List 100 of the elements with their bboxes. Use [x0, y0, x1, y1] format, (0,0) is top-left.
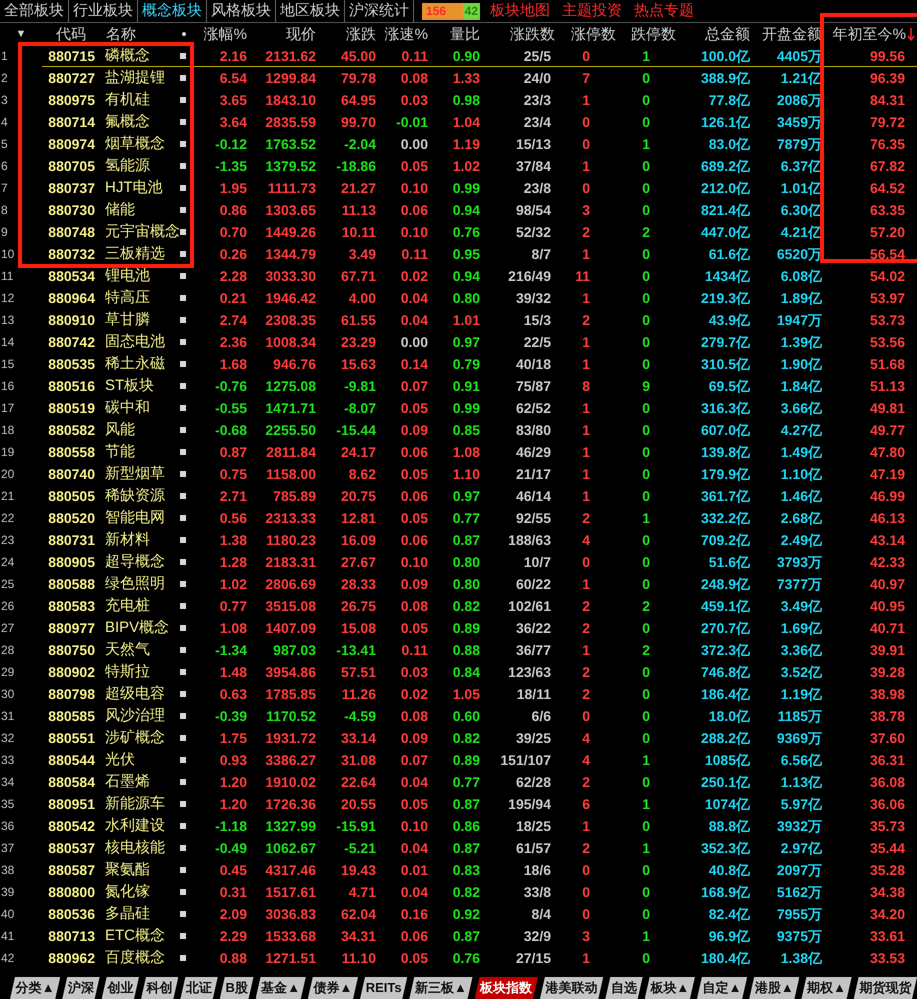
feature-link[interactable]: 板块地图: [490, 0, 550, 22]
advance-decline: 123/63: [507, 663, 552, 682]
column-header[interactable]: 现价: [247, 24, 316, 44]
square-marker-icon: [180, 713, 186, 719]
volume-ratio: 0.84: [452, 663, 480, 682]
category-tab[interactable]: 地区板块: [276, 0, 345, 22]
limit-down-count: 0: [641, 553, 651, 572]
volume-ratio: 0.92: [452, 905, 480, 924]
market-tab[interactable]: 自定▲: [696, 977, 748, 999]
advance-decline: 40/18: [514, 355, 552, 374]
volume-ratio: 1.33: [452, 69, 480, 88]
market-tab[interactable]: 创业: [102, 977, 139, 999]
stock-code: 880713: [47, 927, 96, 946]
category-tab[interactable]: 概念板块: [138, 0, 207, 22]
column-menu-button[interactable]: ▼: [0, 28, 42, 40]
market-tab[interactable]: 债券▲: [308, 977, 358, 999]
speed-percent: 0.00: [400, 333, 428, 352]
market-tab[interactable]: 板块指数: [474, 977, 538, 999]
price: 987.03: [272, 641, 316, 660]
turnover: 18.0亿: [708, 707, 750, 726]
change-percent: -0.76: [214, 377, 247, 396]
column-header[interactable]: 涨跌: [316, 24, 376, 44]
sector-name: ST板块: [104, 376, 156, 396]
market-tab[interactable]: REITs: [360, 977, 408, 999]
ytd-percent: 57.20: [868, 223, 906, 242]
limit-up-count: 1: [581, 487, 591, 506]
column-header[interactable]: 年初至今%: [832, 24, 906, 44]
limit-down-count: 1: [641, 751, 651, 770]
turnover: 1074亿: [704, 795, 750, 814]
market-tab[interactable]: 港美联动: [540, 977, 604, 999]
market-tab[interactable]: 期货现货: [854, 977, 917, 999]
limit-up-count: 1: [581, 399, 591, 418]
open-amount: 7955万: [776, 905, 822, 924]
advance-decline: 60/22: [514, 575, 552, 594]
square-marker-icon: [180, 515, 186, 521]
column-header[interactable]: 涨速%: [376, 24, 428, 44]
column-header[interactable]: 代码: [42, 24, 100, 44]
square-marker-icon: [180, 97, 186, 103]
volume-ratio: 0.90: [452, 47, 480, 66]
market-tab[interactable]: 新三板▲: [409, 977, 473, 999]
ytd-percent: 35.28: [868, 861, 906, 880]
sector-name: 超级电容: [104, 684, 166, 704]
limit-up-count: 0: [581, 179, 591, 198]
limit-down-count: 0: [641, 773, 651, 792]
change-percent: 6.54: [218, 69, 247, 88]
square-marker-icon: [180, 405, 186, 411]
market-tab[interactable]: 港股▲: [749, 977, 800, 999]
limit-up-count: 0: [581, 883, 591, 902]
market-tab[interactable]: 板块▲: [644, 977, 695, 999]
market-tab[interactable]: 沪深: [62, 977, 100, 999]
limit-up-count: 1: [581, 355, 591, 374]
market-tab[interactable]: 北证: [180, 977, 218, 999]
ytd-percent: 33.61: [868, 927, 906, 946]
row-number: 22: [0, 510, 16, 527]
advance-decline: 46/14: [514, 487, 552, 506]
ytd-percent: 47.19: [868, 465, 906, 484]
ytd-percent: 36.31: [868, 751, 906, 770]
speed-percent: 0.06: [400, 201, 428, 220]
turnover: 186.4亿: [700, 685, 750, 704]
category-tab[interactable]: 沪深统计: [345, 0, 414, 22]
speed-percent: 0.06: [400, 487, 428, 506]
limit-up-count: 0: [581, 113, 591, 132]
feature-link[interactable]: 热点专题: [634, 0, 694, 22]
column-header[interactable]: 涨幅%: [190, 24, 247, 44]
market-tab[interactable]: 分类▲: [10, 977, 60, 999]
category-tab[interactable]: 风格板块: [207, 0, 276, 22]
ytd-percent: 36.08: [868, 773, 906, 792]
market-tab[interactable]: 期权▲: [801, 977, 852, 999]
column-header[interactable]: 涨停数: [555, 24, 616, 44]
stock-code: 880519: [47, 399, 96, 418]
column-header[interactable]: 总金额: [676, 24, 750, 44]
market-tab[interactable]: 自选: [605, 977, 643, 999]
speed-percent: 0.02: [400, 685, 428, 704]
change-percent: -0.39: [214, 707, 247, 726]
volume-ratio: 0.79: [452, 355, 480, 374]
advance-decline: 39/32: [514, 289, 552, 308]
column-header[interactable]: 量比: [428, 24, 480, 44]
advance-decline: 18/6: [522, 861, 552, 880]
volume-ratio: 0.95: [452, 245, 480, 264]
column-header[interactable]: •: [178, 26, 190, 42]
feature-link[interactable]: 主题投资: [562, 0, 622, 22]
row-number: 34: [0, 774, 16, 791]
column-header[interactable]: 跌停数: [616, 24, 676, 44]
volume-ratio: 1.02: [452, 157, 480, 176]
advance-decline: 32/9: [522, 927, 552, 946]
column-header[interactable]: 涨跌数: [480, 24, 555, 44]
price: 1946.42: [264, 289, 316, 308]
category-tab[interactable]: 全部板块: [0, 0, 69, 22]
open-amount: 2097万: [776, 861, 822, 880]
column-header[interactable]: 名称: [100, 24, 178, 44]
market-tab[interactable]: B股: [220, 977, 254, 999]
open-amount: 3793万: [776, 553, 822, 572]
change-amount: 24.17: [340, 443, 376, 462]
category-tab[interactable]: 行业板块: [69, 0, 138, 22]
speed-percent: 0.05: [400, 795, 428, 814]
limit-down-count: 1: [641, 509, 651, 528]
ytd-percent: 46.13: [868, 509, 906, 528]
market-tab[interactable]: 科创: [141, 977, 178, 999]
price: 1327.99: [264, 817, 316, 836]
market-tab[interactable]: 基金▲: [256, 977, 306, 999]
